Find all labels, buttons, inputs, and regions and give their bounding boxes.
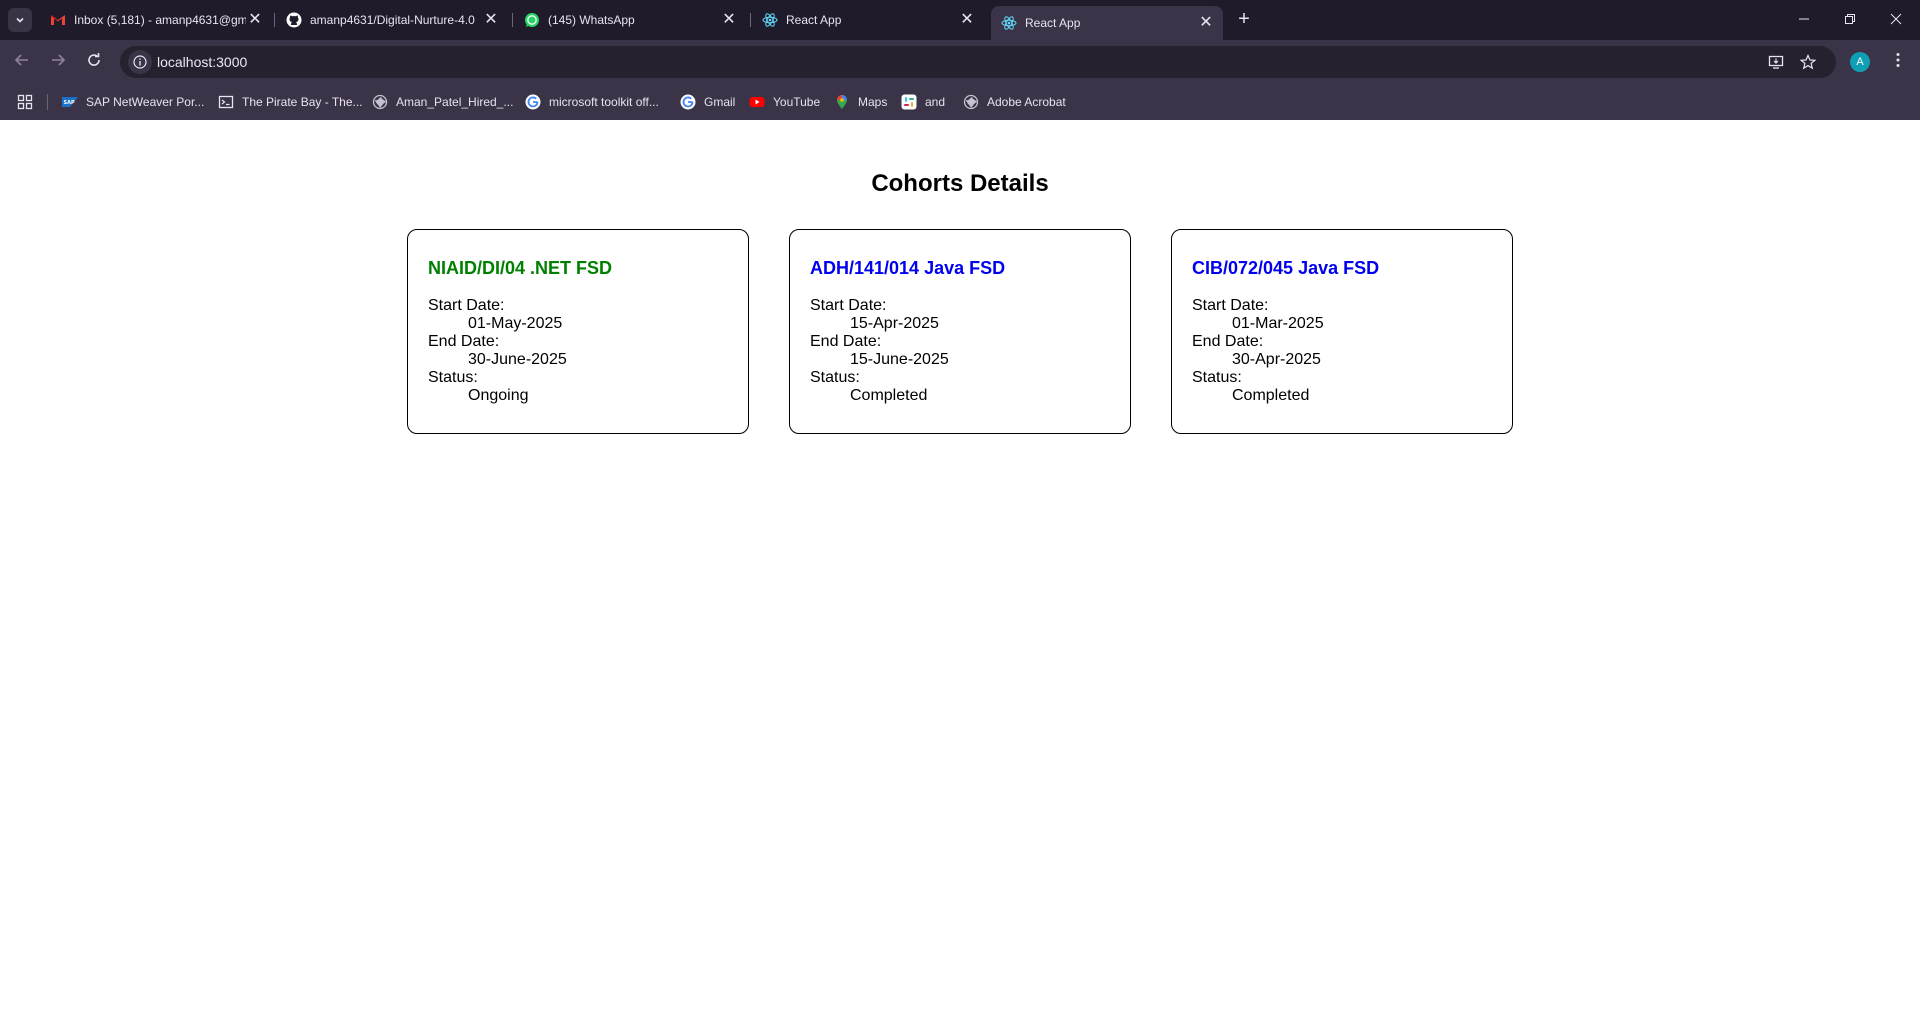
tab-react-app-active[interactable]: React App ✕ xyxy=(991,6,1223,40)
google-icon xyxy=(525,94,541,110)
slack-icon xyxy=(901,94,917,110)
restore-icon[interactable] xyxy=(1838,8,1862,32)
page-viewport: Cohorts Details NIAID/DI/04 .NET FSD Sta… xyxy=(0,120,1920,1032)
tab-title: (145) WhatsApp xyxy=(548,13,635,27)
tab-whatsapp[interactable]: (145) WhatsApp ✕ xyxy=(514,0,746,40)
tab-divider xyxy=(750,13,751,27)
cohort-card: NIAID/DI/04 .NET FSD Start Date: 01-May-… xyxy=(407,229,749,434)
status-value: Ongoing xyxy=(468,387,529,404)
tab-gmail[interactable]: Inbox (5,181) - amanp4631@gmail.com ✕ xyxy=(40,0,272,40)
apps-grid-icon[interactable] xyxy=(17,94,33,110)
tab-search-chevron-icon[interactable] xyxy=(8,8,32,32)
bookmark-label: Gmail xyxy=(704,95,736,109)
new-tab-button[interactable]: + xyxy=(1232,8,1256,32)
tab-close-icon[interactable]: ✕ xyxy=(482,11,500,29)
tab-close-icon[interactable]: ✕ xyxy=(958,11,976,29)
youtube-icon xyxy=(749,94,765,110)
gmail-icon xyxy=(50,12,66,28)
bookmark-microsoft-toolkit[interactable]: microsoft toolkit off... xyxy=(525,92,659,112)
maps-icon xyxy=(834,94,850,110)
bookmark-label: Aman_Patel_Hired_... xyxy=(396,95,514,109)
more-menu-icon[interactable] xyxy=(1886,50,1910,74)
status-label: Status: xyxy=(1192,369,1242,386)
forward-arrow-icon[interactable] xyxy=(46,50,70,74)
bookmark-maps[interactable]: Maps xyxy=(834,92,887,112)
close-window-icon[interactable] xyxy=(1884,8,1908,32)
tab-close-icon[interactable]: ✕ xyxy=(246,11,264,29)
start-date-label: Start Date: xyxy=(1192,297,1269,314)
whatsapp-icon xyxy=(524,12,540,28)
browser-toolbar: localhost:3000 A xyxy=(0,40,1920,84)
tab-divider xyxy=(512,13,513,27)
tab-close-icon[interactable]: ✕ xyxy=(720,11,738,29)
start-date-value: 01-May-2025 xyxy=(468,315,563,332)
url-text[interactable]: localhost:3000 xyxy=(157,46,247,78)
start-date-label: Start Date: xyxy=(810,297,887,314)
start-date-label: Start Date: xyxy=(428,297,505,314)
react-icon xyxy=(762,12,778,28)
bookmark-label: SAP NetWeaver Por... xyxy=(86,95,205,109)
status-value: Completed xyxy=(1232,387,1310,404)
sap-icon: SAP xyxy=(62,94,78,110)
bookmark-label: microsoft toolkit off... xyxy=(549,95,659,109)
install-app-icon[interactable] xyxy=(1764,50,1788,74)
terminal-icon xyxy=(218,94,234,110)
bookmark-sap[interactable]: SAP SAP NetWeaver Por... xyxy=(62,92,204,112)
end-date-value: 15-June-2025 xyxy=(850,351,949,368)
tab-strip: Inbox (5,181) - amanp4631@gmail.com ✕ am… xyxy=(0,0,1920,40)
google-icon xyxy=(680,94,696,110)
bookmarks-bar: SAP SAP NetWeaver Por... The Pirate Bay … xyxy=(0,84,1920,120)
page-title: Cohorts Details xyxy=(871,170,1049,197)
bookmark-and[interactable]: and xyxy=(901,92,945,112)
end-date-value: 30-June-2025 xyxy=(468,351,567,368)
reload-icon[interactable] xyxy=(82,50,106,74)
cohort-name: CIB/072/045 Java FSD xyxy=(1192,258,1380,278)
end-date-label: End Date: xyxy=(810,333,882,350)
end-date-label: End Date: xyxy=(1192,333,1264,350)
status-value: Completed xyxy=(850,387,928,404)
bookmark-star-icon[interactable] xyxy=(1796,50,1820,74)
start-date-value: 15-Apr-2025 xyxy=(850,315,939,332)
bookmark-label: The Pirate Bay - The... xyxy=(242,95,363,109)
tab-close-icon[interactable]: ✕ xyxy=(1197,14,1215,32)
bookmark-label: Maps xyxy=(858,95,888,109)
bookmark-label: and xyxy=(925,95,946,109)
cohort-name: NIAID/DI/04 .NET FSD xyxy=(428,258,613,278)
bookmark-gmail[interactable]: Gmail xyxy=(680,92,735,112)
bookmarks-divider xyxy=(47,94,48,110)
cohort-name: ADH/141/014 Java FSD xyxy=(810,258,1006,278)
end-date-value: 30-Apr-2025 xyxy=(1232,351,1321,368)
site-info-icon[interactable] xyxy=(128,50,152,74)
profile-avatar[interactable]: A xyxy=(1850,52,1870,72)
status-label: Status: xyxy=(810,369,860,386)
minimize-icon[interactable] xyxy=(1792,8,1816,32)
cohort-card: ADH/141/014 Java FSD Start Date: 15-Apr-… xyxy=(789,229,1131,434)
start-date-value: 01-Mar-2025 xyxy=(1232,315,1324,332)
bookmark-aman-patel[interactable]: Aman_Patel_Hired_... xyxy=(372,92,513,112)
back-arrow-icon[interactable] xyxy=(10,50,34,74)
bookmark-label: Adobe Acrobat xyxy=(987,95,1066,109)
cohort-card: CIB/072/045 Java FSD Start Date: 01-Mar-… xyxy=(1171,229,1513,434)
tab-title: Inbox (5,181) - amanp4631@gmail.com xyxy=(74,13,246,27)
github-icon xyxy=(286,12,302,28)
bookmark-youtube[interactable]: YouTube xyxy=(749,92,820,112)
bookmark-label: YouTube xyxy=(773,95,821,109)
tab-title: amanp4631/Digital-Nurture-4.0 xyxy=(310,13,475,27)
bookmark-pirate-bay[interactable]: The Pirate Bay - The... xyxy=(218,92,363,112)
tab-title: React App xyxy=(786,13,842,27)
tab-github[interactable]: amanp4631/Digital-Nurture-4.0 ✕ xyxy=(276,0,508,40)
react-icon xyxy=(1001,15,1017,31)
globe-icon xyxy=(372,94,388,110)
svg-text:SAP: SAP xyxy=(64,100,75,106)
bookmark-adobe-acrobat[interactable]: Adobe Acrobat xyxy=(963,92,1066,112)
tab-react-app[interactable]: React App ✕ xyxy=(752,0,984,40)
address-bar[interactable]: localhost:3000 xyxy=(120,46,1836,78)
globe-icon xyxy=(963,94,979,110)
end-date-label: End Date: xyxy=(428,333,500,350)
cohort-card-list: NIAID/DI/04 .NET FSD Start Date: 01-May-… xyxy=(407,229,1513,434)
status-label: Status: xyxy=(428,369,478,386)
tab-title: React App xyxy=(1025,16,1081,30)
tab-divider xyxy=(274,13,275,27)
